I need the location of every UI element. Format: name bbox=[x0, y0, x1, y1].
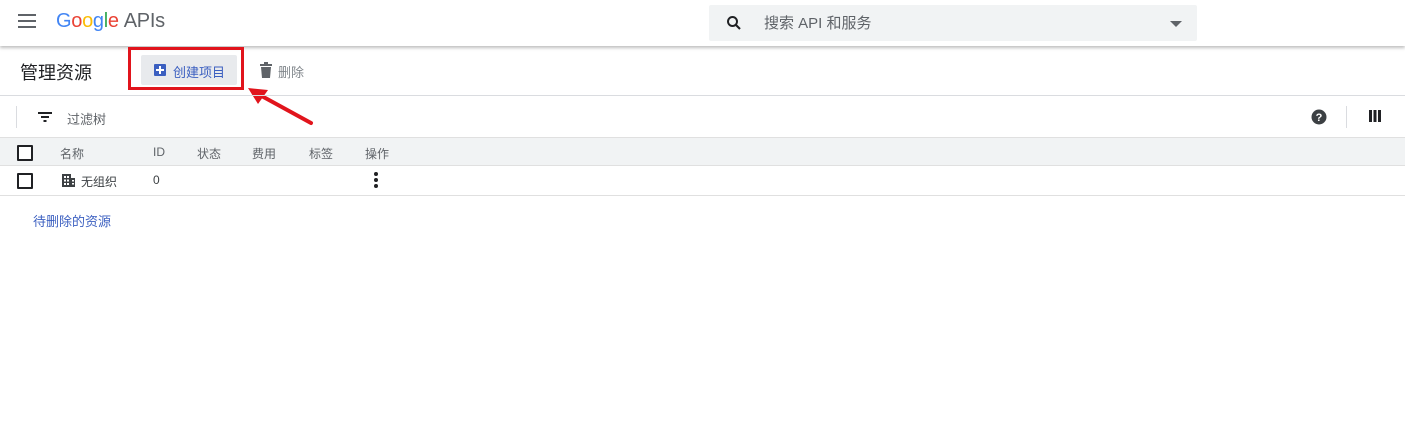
divider bbox=[1346, 106, 1347, 128]
annotation-highlight-box bbox=[128, 47, 244, 90]
table-row[interactable]: 无组织 0 bbox=[0, 166, 1405, 196]
more-vert-icon[interactable] bbox=[374, 172, 378, 190]
annotation-arrow bbox=[248, 88, 313, 125]
top-app-bar: Google APIs bbox=[0, 0, 1405, 46]
row-name[interactable]: 无组织 bbox=[81, 173, 117, 190]
column-header-name[interactable]: 名称 bbox=[60, 145, 84, 162]
hamburger-menu-icon[interactable] bbox=[18, 14, 38, 30]
select-all-checkbox[interactable] bbox=[17, 145, 33, 161]
column-header-labels[interactable]: 标签 bbox=[309, 145, 333, 162]
google-apis-logo[interactable]: Google APIs bbox=[56, 10, 165, 33]
svg-text:?: ? bbox=[1316, 112, 1323, 124]
filter-list-icon[interactable] bbox=[38, 112, 52, 122]
row-id: 0 bbox=[153, 173, 160, 187]
filter-tree-label[interactable]: 过滤树 bbox=[67, 109, 106, 128]
divider bbox=[0, 95, 1405, 96]
search-dropdown-icon[interactable] bbox=[1170, 21, 1182, 27]
column-display-icon[interactable] bbox=[1369, 110, 1381, 122]
delete-label: 删除 bbox=[278, 65, 305, 80]
pending-deletion-link[interactable]: 待删除的资源 bbox=[33, 211, 111, 230]
search-input[interactable] bbox=[764, 5, 1144, 41]
building-icon bbox=[62, 174, 75, 187]
row-checkbox[interactable] bbox=[17, 173, 33, 189]
column-header-cost[interactable]: 费用 bbox=[252, 145, 276, 162]
search-box[interactable] bbox=[709, 5, 1197, 41]
search-icon bbox=[727, 16, 741, 30]
trash-icon bbox=[260, 62, 272, 78]
column-header-actions: 操作 bbox=[365, 147, 390, 161]
table-header: 名称 ID 状态 费用 标签 操作 bbox=[0, 137, 1405, 166]
divider bbox=[16, 106, 17, 128]
column-header-id[interactable]: ID bbox=[153, 145, 165, 159]
page-title: 管理资源 bbox=[20, 63, 92, 83]
help-icon[interactable]: ? bbox=[1311, 109, 1327, 125]
column-header-status[interactable]: 状态 bbox=[197, 145, 221, 162]
